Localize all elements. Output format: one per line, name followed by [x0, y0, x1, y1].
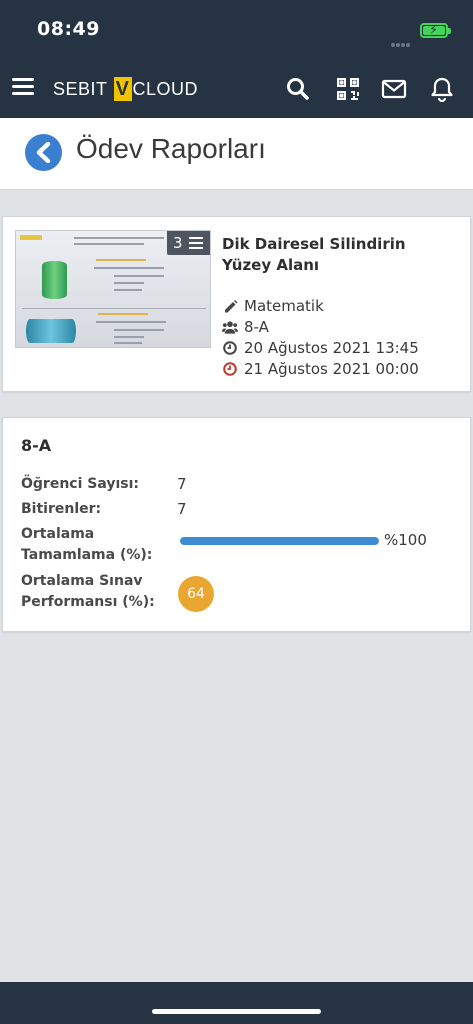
mail-icon[interactable] — [381, 76, 407, 102]
page-count: 3 — [173, 234, 183, 252]
subject-text: Matematik — [244, 297, 324, 315]
start-date-row: 20 Ağustos 2021 13:45 — [222, 338, 419, 358]
logo-v-mark: V — [113, 77, 132, 101]
class-report-card: 8-A Öğrenci Sayısı: 7 Bitirenler: 7 Orta… — [2, 417, 471, 632]
due-date-text: 21 Ağustos 2021 00:00 — [244, 360, 419, 378]
assignment-card[interactable]: 3 Dik Dairesel Silindirin Yüzey Alanı Ma… — [2, 216, 471, 392]
due-clock-icon — [222, 362, 238, 376]
start-date-text: 20 Ağustos 2021 13:45 — [244, 339, 419, 357]
cellular-signal-icon — [391, 32, 413, 47]
completion-progress-fill — [180, 537, 379, 545]
completion-percent-text: %100 — [384, 531, 427, 549]
logo-text-right: CLOUD — [132, 78, 199, 99]
exam-performance-label: Ortalama Sınav Performansı (%): — [21, 573, 155, 610]
page-title: Ödev Raporları — [76, 133, 266, 164]
status-time: 08:49 — [37, 18, 100, 40]
assignment-title[interactable]: Dik Dairesel Silindirin Yüzey Alanı — [222, 234, 452, 276]
bottom-bar — [0, 982, 473, 1024]
qr-code-icon[interactable] — [335, 76, 361, 102]
page-count-badge[interactable]: 3 — [167, 231, 210, 255]
list-icon — [189, 237, 203, 252]
report-class-name: 8-A — [21, 436, 52, 455]
top-navigation-bar: 08:49 ⚡ SEBIT V CLOUD — [0, 0, 473, 118]
page-header: Ödev Raporları — [0, 118, 473, 190]
finished-value: 7 — [177, 500, 187, 518]
chevron-left-icon — [36, 142, 51, 163]
battery-icon: ⚡ — [420, 23, 451, 38]
assignment-thumbnail[interactable]: 3 — [15, 230, 211, 348]
due-date-row: 21 Ağustos 2021 00:00 — [222, 359, 419, 379]
class-text: 8-A — [244, 318, 269, 336]
class-row: 8-A — [222, 317, 269, 337]
student-count-value: 7 — [177, 475, 187, 493]
menu-icon[interactable] — [12, 78, 34, 96]
finished-label: Bitirenler: — [21, 501, 102, 517]
logo-text-left: SEBIT — [53, 78, 108, 99]
completion-progress-bar — [180, 537, 379, 545]
student-count-label: Öğrenci Sayısı: — [21, 476, 140, 492]
exam-score-badge: 64 — [178, 576, 214, 612]
subject-row: Matematik — [222, 296, 324, 316]
completion-label: Ortalama Tamamlama (%): — [21, 526, 153, 563]
pencil-icon — [222, 299, 238, 314]
back-button[interactable] — [25, 134, 62, 171]
clock-icon — [222, 341, 238, 355]
home-indicator[interactable] — [152, 1009, 321, 1014]
bell-icon[interactable] — [429, 76, 455, 103]
sebit-vcloud-logo[interactable]: SEBIT V CLOUD — [53, 76, 198, 102]
search-icon[interactable] — [285, 76, 311, 102]
users-icon — [222, 320, 238, 335]
